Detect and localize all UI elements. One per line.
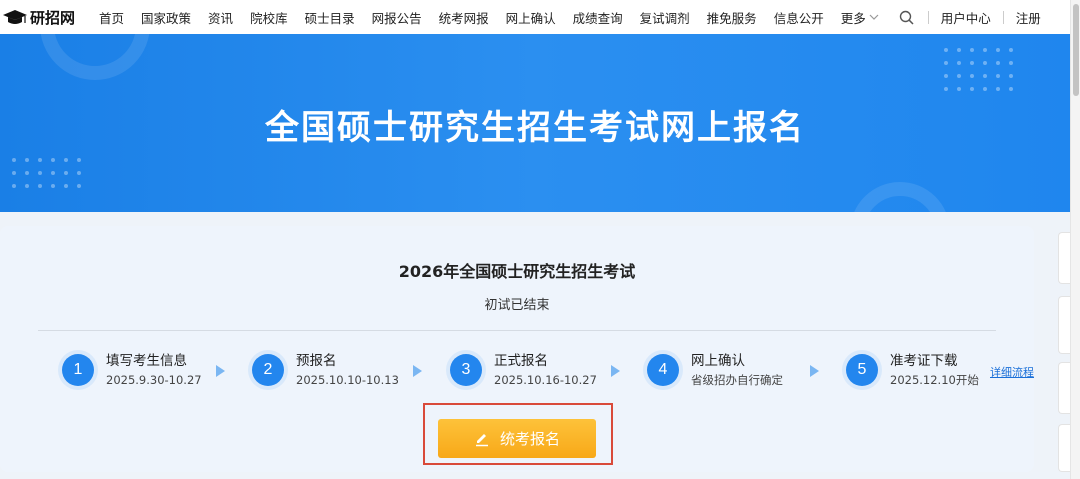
step-date: 2025.10.16-10.27 [494, 372, 597, 387]
nav-menu: 首页 国家政策 资讯 院校库 硕士目录 网报公告 统考网报 网上确认 成绩查询 … [99, 8, 1053, 27]
nav-item-registration[interactable]: 统考网报 [439, 8, 489, 27]
registration-card: 2026年全国硕士研究生招生考试 初试已结束 1 填写考生信息 2025.9.3… [0, 226, 1034, 472]
site-logo[interactable]: 研招网 [2, 7, 75, 28]
graduation-cap-icon [3, 10, 27, 24]
chevron-down-icon [869, 14, 879, 20]
nav-item-adjustment[interactable]: 复试调剂 [640, 8, 690, 27]
nav-item-catalog[interactable]: 硕士目录 [305, 8, 355, 27]
step-label: 正式报名 [494, 352, 548, 369]
side-widget-tab[interactable] [1058, 362, 1070, 414]
nav-item-announcements[interactable]: 网报公告 [372, 8, 422, 27]
side-widget-tab[interactable] [1058, 296, 1070, 354]
step-number-badge: 3 [446, 350, 486, 390]
step-label: 准考证下载 [890, 352, 958, 369]
nav-item-confirmation[interactable]: 网上确认 [506, 8, 556, 27]
detailed-process-link[interactable]: 详细流程 [990, 364, 1034, 380]
divider [38, 330, 996, 331]
logo-text: 研招网 [30, 8, 76, 27]
step-arrow-icon [216, 365, 225, 377]
step-number-badge: 5 [842, 350, 882, 390]
step-2: 2 预报名 2025.10.10-10.13 [248, 350, 399, 390]
step-date: 省级招办自行确定 [691, 372, 783, 387]
top-nav: 研招网 首页 国家政策 资讯 院校库 硕士目录 网报公告 统考网报 网上确认 成… [0, 0, 1070, 34]
step-5: 5 准考证下载 2025.12.10开始 [842, 350, 979, 390]
step-3: 3 正式报名 2025.10.16-10.27 [446, 350, 597, 390]
register-link[interactable]: 注册 [1016, 8, 1041, 27]
banner-title: 全国硕士研究生招生考试网上报名 [265, 108, 805, 148]
exam-registration-button[interactable]: 统考报名 [438, 419, 596, 458]
step-1: 1 填写考生信息 2025.9.30-10.27 [58, 350, 202, 390]
nav-item-disclosure[interactable]: 信息公开 [774, 8, 824, 27]
nav-item-scores[interactable]: 成绩查询 [573, 8, 623, 27]
nav-separator [1002, 10, 1004, 24]
hero-banner: 全国硕士研究生招生考试网上报名 [0, 34, 1070, 212]
nav-item-home[interactable]: 首页 [99, 8, 124, 27]
banner-decoration-ring [40, 34, 150, 80]
step-number-badge: 2 [248, 350, 288, 390]
pencil-icon [475, 433, 488, 446]
exam-title: 2026年全国硕士研究生招生考试 [398, 262, 636, 281]
nav-more-dropdown[interactable]: 更多 [841, 8, 879, 27]
nav-item-policy[interactable]: 国家政策 [141, 8, 191, 27]
step-label: 填写考生信息 [106, 352, 187, 369]
search-icon[interactable] [899, 10, 914, 25]
scrollbar-thumb[interactable] [1073, 4, 1079, 96]
exam-status: 初试已结束 [484, 298, 550, 313]
nav-separator [927, 10, 929, 24]
nav-item-schools[interactable]: 院校库 [250, 8, 288, 27]
banner-decoration-dots [12, 158, 81, 188]
step-date: 2025.12.10开始 [890, 372, 979, 387]
nav-item-recommendation[interactable]: 推免服务 [707, 8, 757, 27]
step-arrow-icon [413, 365, 422, 377]
step-4: 4 网上确认 省级招办自行确定 [643, 350, 783, 390]
side-widget-tab[interactable] [1058, 424, 1070, 472]
banner-decoration-dots [944, 48, 1013, 91]
step-date: 2025.9.30-10.27 [106, 372, 202, 387]
user-center-link[interactable]: 用户中心 [941, 8, 991, 27]
step-arrow-icon [611, 365, 620, 377]
banner-decoration-ring [850, 182, 950, 212]
step-date: 2025.10.10-10.13 [296, 372, 399, 387]
step-label: 预报名 [296, 352, 337, 369]
side-widget-tab[interactable] [1058, 232, 1070, 284]
step-label: 网上确认 [691, 352, 745, 369]
step-arrow-icon [810, 365, 819, 377]
step-number-badge: 1 [58, 350, 98, 390]
exam-registration-label: 统考报名 [499, 430, 560, 448]
step-number-badge: 4 [643, 350, 683, 390]
nav-item-news[interactable]: 资讯 [208, 8, 233, 27]
page-scrollbar[interactable] [1070, 0, 1080, 479]
nav-more-label: 更多 [840, 10, 866, 26]
